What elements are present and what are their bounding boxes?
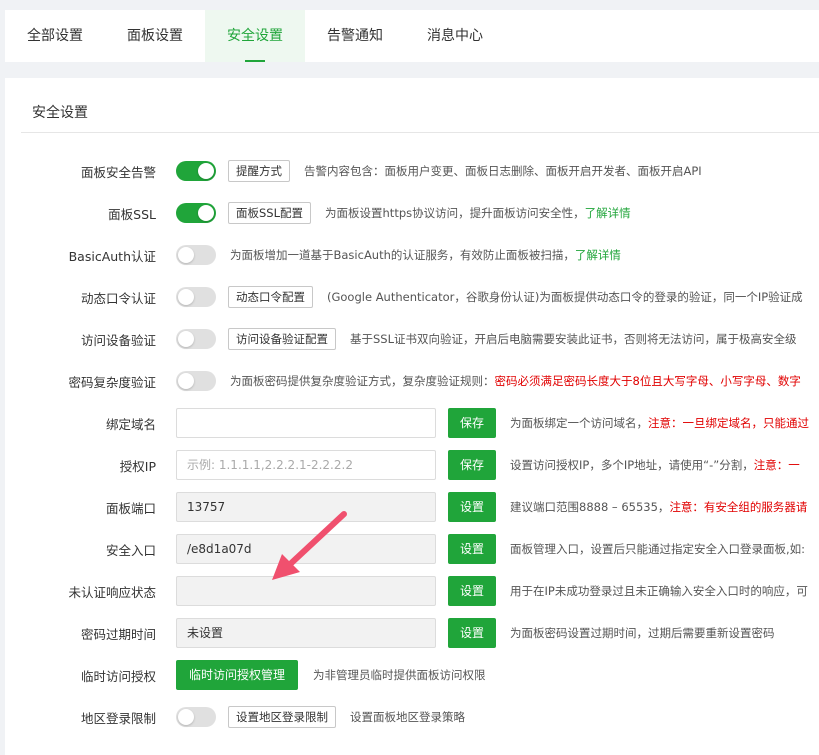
save-domain-button[interactable]: 保存 <box>448 408 497 438</box>
description-text: 为面板密码提供复杂度验证方式，复杂度验证规则： <box>230 374 495 388</box>
tab-message-center[interactable]: 消息中心 <box>405 10 505 62</box>
warning-text: 密码必须满足密码长度大于8位且大写字母、小写字母、数字 <box>494 374 801 388</box>
row-region-login-limit: 地区登录限制 设置地区登录限制 设置面板地区登录策略 <box>5 700 819 734</box>
set-unauth-response-button[interactable]: 设置 <box>448 576 497 606</box>
row-description: 建议端口范围8888 – 65535，注意：有安全组的服务器请 <box>510 499 807 515</box>
row-security-entry: 安全入口 /e8d1a07d 设置 面板管理入口，设置后只能通过指定安全入口登录… <box>5 532 819 566</box>
set-entry-button[interactable]: 设置 <box>448 534 497 564</box>
description-text: 为面板设置https协议访问，提升面板访问安全性， <box>325 206 585 220</box>
row-label: 面板SSL <box>108 206 156 222</box>
row-description: 为非管理员临时提供面板访问权限 <box>313 668 486 682</box>
toggle-knob <box>178 289 194 305</box>
row-description: 设置面板地区登录策略 <box>350 710 465 724</box>
device-verify-toggle[interactable] <box>176 329 216 349</box>
row-basicauth: BasicAuth认证 为面板增加一道基于BasicAuth的认证服务，有效防止… <box>5 238 819 272</box>
tab-all-settings[interactable]: 全部设置 <box>5 10 105 62</box>
reminder-method-button[interactable]: 提醒方式 <box>228 160 290 182</box>
row-panel-alarm: 面板安全告警 提醒方式 告警内容包含：面板用户变更、面板日志删除、面板开启开发者… <box>5 154 819 188</box>
row-password-expiry: 密码过期时间 未设置 设置 为面板密码设置过期时间，过期后需要重新设置密码 <box>5 616 819 650</box>
row-label: 临时访问授权 <box>80 668 156 684</box>
description-text: 为面板增加一道基于BasicAuth的认证服务，有效防止面板被扫描， <box>230 248 575 262</box>
row-label: 面板端口 <box>105 500 156 516</box>
row-panel-port: 面板端口 13757 设置 建议端口范围8888 – 65535，注意：有安全组… <box>5 490 819 524</box>
bind-domain-input[interactable] <box>176 408 436 438</box>
panel-alarm-toggle[interactable] <box>176 161 216 181</box>
set-port-button[interactable]: 设置 <box>448 492 497 522</box>
row-label: 面板安全告警 <box>80 164 156 180</box>
toggle-knob <box>178 373 194 389</box>
tab-panel-settings[interactable]: 面板设置 <box>105 10 205 62</box>
description-text: 设置访问授权IP，多个IP地址，请使用“-”分割， <box>510 458 754 472</box>
row-bind-domain: 绑定域名 保存 为面板绑定一个访问域名，注意：一旦绑定域名，只能通过 <box>5 406 819 440</box>
row-authorized-ip: 授权IP 示例: 1.1.1.1,2.2.2.1-2.2.2.2 保存 设置访问… <box>5 448 819 482</box>
otp-config-button[interactable]: 动态口令配置 <box>228 286 313 308</box>
row-description: 面板管理入口，设置后只能通过指定安全入口登录面板,如: <box>510 542 806 556</box>
row-description: 为面板密码设置过期时间，过期后需要重新设置密码 <box>510 626 775 640</box>
basicauth-toggle[interactable] <box>176 245 216 265</box>
region-limit-toggle[interactable] <box>176 707 216 727</box>
temp-access-manage-button[interactable]: 临时访问授权管理 <box>176 660 299 690</box>
set-password-expiry-button[interactable]: 设置 <box>448 618 497 648</box>
panel-ssl-toggle[interactable] <box>176 203 216 223</box>
row-label: 未认证响应状态 <box>68 584 156 600</box>
row-description: 为面板增加一道基于BasicAuth的认证服务，有效防止面板被扫描，了解详情 <box>230 247 621 263</box>
toggle-knob <box>198 205 214 221</box>
row-label: 地区登录限制 <box>80 710 156 726</box>
row-label: BasicAuth认证 <box>68 248 156 264</box>
row-description: 设置访问授权IP，多个IP地址，请使用“-”分割，注意：一 <box>510 457 800 473</box>
row-label: 密码复杂度验证 <box>68 374 156 390</box>
row-label: 授权IP <box>119 458 156 474</box>
learn-more-link[interactable]: 了解详情 <box>585 206 631 220</box>
row-description: 为面板密码提供复杂度验证方式，复杂度验证规则：密码必须满足密码长度大于8位且大写… <box>230 373 801 389</box>
row-label: 访问设备验证 <box>80 332 156 348</box>
row-description: (Google Authenticator，谷歌身份认证)为面板提供动态口令的登… <box>327 290 803 304</box>
row-description: 基于SSL证书双向验证，开启后电脑需要安装此证书，否则将无法访问，属于极高安全级 <box>350 332 797 346</box>
annotation-arrow-icon <box>272 511 347 580</box>
toggle-knob <box>178 331 194 347</box>
row-password-complexity: 密码复杂度验证 为面板密码提供复杂度验证方式，复杂度验证规则：密码必须满足密码长… <box>5 364 819 398</box>
description-text: 为面板绑定一个访问域名， <box>510 416 649 430</box>
row-description: 用于在IP未成功登录过且未正确输入安全入口时的响应，可 <box>510 584 808 598</box>
password-complexity-toggle[interactable] <box>176 371 216 391</box>
row-description: 告警内容包含：面板用户变更、面板日志删除、面板开启开发者、面板开启API <box>304 164 702 178</box>
input-placeholder: 示例: 1.1.1.1,2.2.2.1-2.2.2.2 <box>187 458 353 472</box>
region-limit-config-button[interactable]: 设置地区登录限制 <box>228 706 336 728</box>
row-description: 为面板设置https协议访问，提升面板访问安全性，了解详情 <box>325 205 631 221</box>
save-ip-button[interactable]: 保存 <box>448 450 497 480</box>
toggle-knob <box>178 709 194 725</box>
row-label: 动态口令认证 <box>80 290 156 306</box>
learn-more-link[interactable]: 了解详情 <box>575 248 621 262</box>
row-description: 为面板绑定一个访问域名，注意：一旦绑定域名，只能通过 <box>510 415 809 431</box>
panel-ssl-config-button[interactable]: 面板SSL配置 <box>228 202 312 224</box>
security-settings-panel: 安全设置 面板安全告警 提醒方式 告警内容包含：面板用户变更、面板日志删除、面板… <box>5 78 819 755</box>
row-panel-ssl: 面板SSL 面板SSL配置 为面板设置https协议访问，提升面板访问安全性，了… <box>5 196 819 230</box>
row-label: 安全入口 <box>105 542 156 558</box>
otp-toggle[interactable] <box>176 287 216 307</box>
tab-alert-notification[interactable]: 告警通知 <box>305 10 405 62</box>
description-text: 建议端口范围8888 – 65535， <box>510 500 670 514</box>
password-expiry-field: 未设置 <box>176 618 436 648</box>
warning-text: 注意：一 <box>753 458 800 472</box>
tab-security-settings[interactable]: 安全设置 <box>205 10 305 62</box>
section-title: 安全设置 <box>21 78 819 133</box>
device-verify-config-button[interactable]: 访问设备验证配置 <box>228 328 336 350</box>
authorized-ip-input[interactable]: 示例: 1.1.1.1,2.2.2.1-2.2.2.2 <box>176 450 436 480</box>
toggle-knob <box>178 247 194 263</box>
row-label: 密码过期时间 <box>80 626 156 642</box>
warning-text: 注意：有安全组的服务器请 <box>669 500 808 514</box>
toggle-knob <box>198 163 214 179</box>
row-label: 绑定域名 <box>105 416 156 432</box>
warning-text: 注意：一旦绑定域名，只能通过 <box>648 416 810 430</box>
row-unauth-response: 未认证响应状态 设置 用于在IP未成功登录过且未正确输入安全入口时的响应，可 <box>5 574 819 608</box>
row-otp-auth: 动态口令认证 动态口令配置 (Google Authenticator，谷歌身份… <box>5 280 819 314</box>
row-temp-access: 临时访问授权 临时访问授权管理 为非管理员临时提供面板访问权限 <box>5 658 819 692</box>
settings-tabs: 全部设置 面板设置 安全设置 告警通知 消息中心 <box>5 10 819 62</box>
row-device-verify: 访问设备验证 访问设备验证配置 基于SSL证书双向验证，开启后电脑需要安装此证书… <box>5 322 819 356</box>
